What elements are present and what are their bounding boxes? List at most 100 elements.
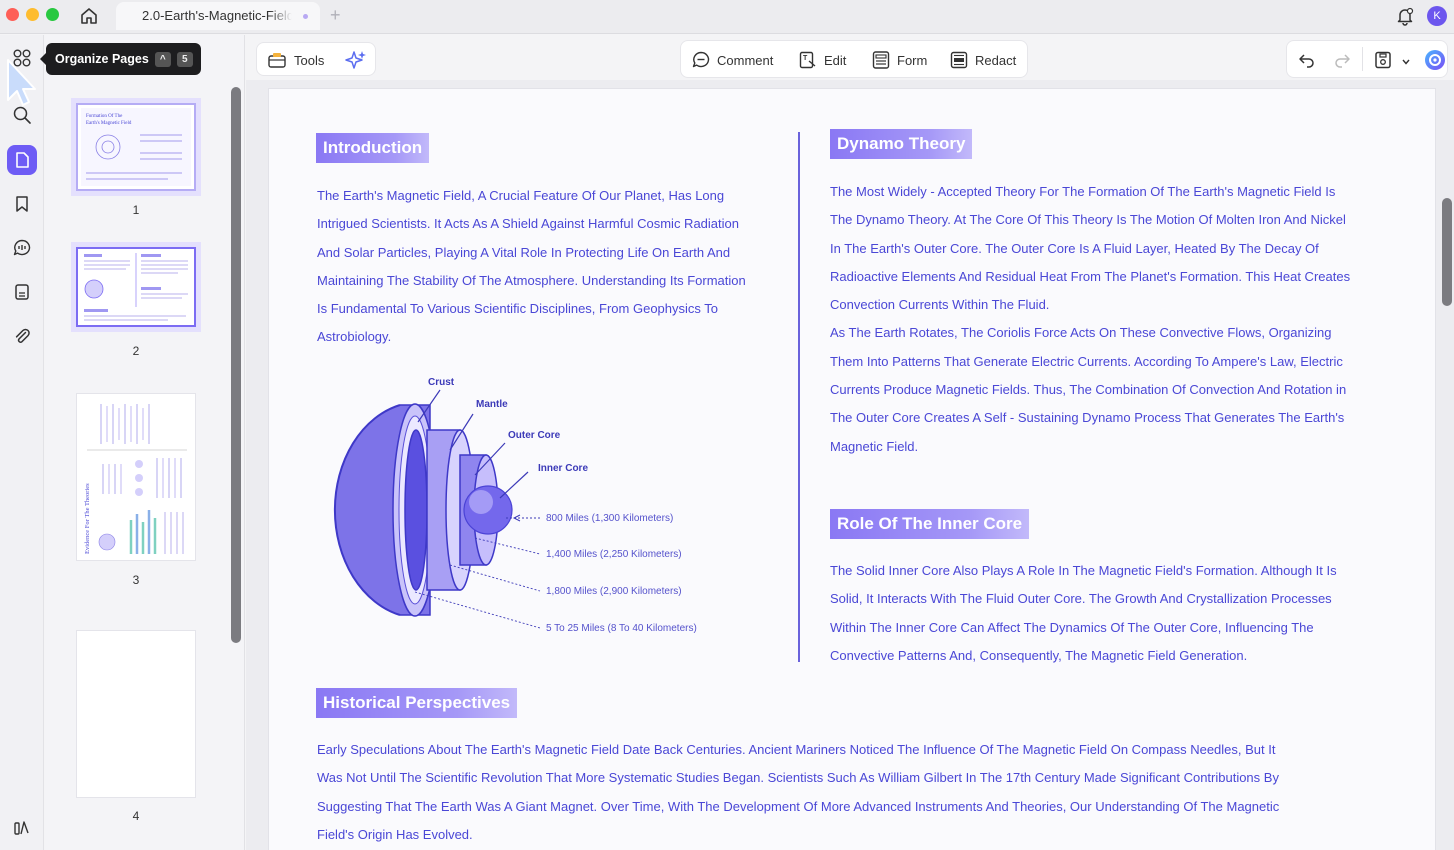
text-line: Within The Inner Core Can Affect The Dyn… [830,619,1314,635]
title-bar: 2.0-Earth's-Magnetic-Field + K [0,0,1454,34]
redact-button[interactable]: Redact [949,50,1016,70]
undo-icon[interactable] [1297,50,1317,75]
text-line: Them Into Patterns That Generate Electri… [830,353,1343,369]
svg-text:T: T [803,55,808,62]
user-avatar[interactable]: K [1427,6,1447,26]
text-line: The Dynamo Theory. At The Core Of This T… [830,212,1346,228]
text-line: Maintaining The Stability Of The Atmosph… [317,272,746,288]
document-tab-title: 2.0-Earth's-Magnetic-Field [142,8,292,23]
column-divider [798,132,800,662]
depth-label: 1,800 Miles (2,900 Kilometers) [546,586,682,597]
unsaved-indicator [303,14,308,19]
page-number-label: 4 [132,809,140,823]
text-line: As The Earth Rotates, The Coriolis Force… [830,325,1332,341]
form-icon [872,51,890,69]
notification-bell-icon[interactable] [1394,5,1416,27]
svg-text:Formation Of The: Formation Of The [86,114,123,119]
thumbnails-icon[interactable] [7,145,37,175]
page-thumbnail[interactable]: Evidence For The Theories [76,393,196,561]
text-line: And Solar Particles, Playing A Vital Rol… [317,244,731,260]
panel-layout-icon[interactable] [7,813,37,843]
page-number-label: 3 [132,573,140,587]
redo-icon[interactable] [1332,50,1352,75]
text-line: Radioactive Elements And Residual Heat F… [830,268,1351,284]
tools-button[interactable]: Tools [256,42,376,76]
text-line: Convection Currents Within The Fluid. [830,297,1050,313]
edit-button[interactable]: T Edit [798,50,846,70]
depth-label: 1,400 Miles (2,250 Kilometers) [546,549,682,560]
text-line: Solid, It Interacts With The Fluid Outer… [830,591,1332,607]
comment-label: Comment [717,52,774,68]
dynamo-theory-paragraph: The Most Widely - Accepted Theory For Th… [830,178,1390,461]
text-line: Was Not Until The Scientific Revolution … [317,770,1279,786]
document-icon[interactable] [7,277,37,307]
page-thumbnail[interactable]: Formation Of The Earth's Magnetic Field [76,103,196,191]
organize-pages-tooltip: Organize Pages ^ 5 [40,43,201,75]
text-line: Field's Origin Has Evolved. [317,826,473,842]
text-line: Currents Produce Magnetic Fields. Thus, … [830,382,1347,398]
form-button[interactable]: Form [871,50,927,70]
comments-icon[interactable] [7,233,37,263]
ai-assistant-icon[interactable] [1423,48,1447,77]
history-toolbar [1286,40,1448,78]
svg-text:Earth's Magnetic Field: Earth's Magnetic Field [86,121,132,126]
editing-toolbar: Comment T Edit Form Redact [680,40,1028,78]
text-line: Suggesting That The Earth Was A Giant Ma… [317,798,1280,814]
comment-icon [692,51,710,68]
shortcut-modifier-key: ^ [154,51,171,67]
redact-icon [950,51,968,69]
close-window-button[interactable] [6,8,19,21]
text-line: Convective Patterns And, Consequently, T… [830,647,1248,663]
attachment-icon[interactable] [7,321,37,351]
page-number-label: 1 [132,203,140,217]
text-line: Is Fundamental To Various Scientific Dis… [317,301,719,317]
document-scrollbar[interactable] [1442,198,1452,306]
new-tab-button[interactable]: + [330,5,341,25]
introduction-heading: Introduction [316,133,430,163]
document-tab[interactable]: 2.0-Earth's-Magnetic-Field [116,2,320,30]
depth-label: 800 Miles (1,300 Kilometers) [546,513,673,524]
redact-label: Redact [975,52,1017,68]
layer-label: Crust [428,377,455,388]
bookmark-icon[interactable] [7,189,37,219]
text-line: Astrobiology. [317,329,392,345]
zoom-window-button[interactable] [46,8,59,21]
inner-core-heading: Role Of The Inner Core [830,509,1030,539]
text-line: The Outer Core Creates A Self - Sustaini… [830,410,1345,426]
minimize-window-button[interactable] [26,8,39,21]
thumbnails-scrollbar[interactable] [231,87,241,643]
historical-perspectives-paragraph: Early Speculations About The Earth's Mag… [317,736,1417,849]
page-thumbnail-selected[interactable] [76,247,196,327]
home-icon[interactable] [78,5,100,27]
save-icon[interactable] [1373,50,1393,75]
page-thumbnails-panel: Formation Of The Earth's Magnetic Field … [45,35,245,850]
layer-label: Inner Core [538,463,588,474]
introduction-paragraph: The Earth's Magnetic Field, A Crucial Fe… [317,182,777,352]
historical-perspectives-heading: Historical Perspectives [316,688,518,718]
edit-label: Edit [824,52,847,68]
shortcut-key: 5 [176,51,193,67]
earth-layers-diagram: Crust Mantle Outer Core Inner Core 800 M… [300,370,730,650]
layer-label: Mantle [476,399,508,410]
tools-icon [267,51,287,74]
toolbar-divider [1362,47,1363,71]
text-line: Early Speculations About The Earth's Mag… [317,742,1276,757]
ai-sparkle-icon[interactable] [345,50,367,77]
tooltip-label: Organize Pages [55,52,149,66]
chevron-down-icon[interactable] [1401,54,1411,72]
depth-label: 5 To 25 Miles (8 To 40 Kilometers) [546,623,697,634]
mouse-cursor-icon [5,58,37,113]
text-line: Intrigued Scientists. It Acts As A Shiel… [317,216,739,232]
edit-icon: T [799,51,816,69]
page-thumbnail[interactable] [76,630,196,798]
earth-cutaway-illustration [333,403,513,617]
text-line: The Most Widely - Accepted Theory For Th… [830,184,1336,199]
comment-button[interactable]: Comment [691,50,773,70]
text-line: In The Earth's Outer Core. The Outer Cor… [830,240,1319,256]
text-line: Magnetic Field. [830,438,919,454]
text-line: The Earth's Magnetic Field, A Crucial Fe… [317,188,725,203]
svg-text:Evidence For The Theories: Evidence For The Theories [84,483,91,554]
text-line: The Solid Inner Core Also Plays A Role I… [830,563,1337,578]
form-label: Form [897,52,928,68]
dynamo-theory-heading: Dynamo Theory [830,129,973,159]
